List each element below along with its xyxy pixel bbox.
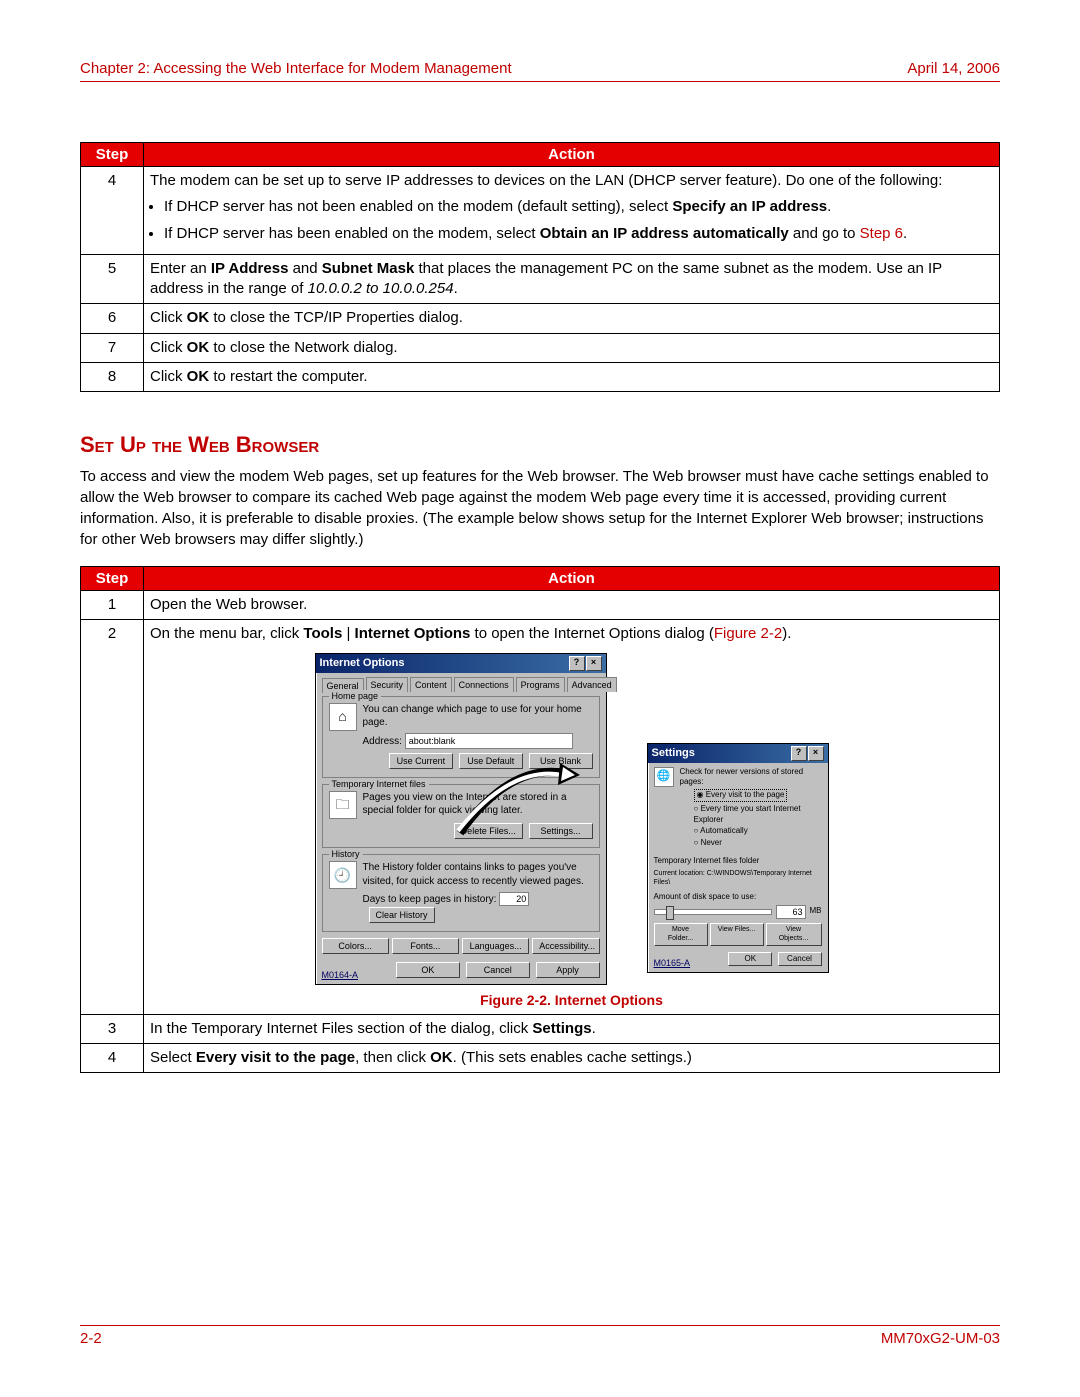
settings-dialog: Settings ? × 🌐 Check for newer versions …	[647, 743, 829, 974]
section-paragraph: To access and view the modem Web pages, …	[80, 466, 1000, 550]
address-field[interactable]: about:blank	[405, 733, 573, 749]
tempfiles-group: Temporary Internet files 🗀 Pages you vie…	[322, 784, 600, 848]
page-number: 2-2	[80, 1330, 102, 1347]
settings-button[interactable]: Settings...	[529, 823, 593, 839]
tab-content[interactable]: Content	[410, 677, 452, 692]
table-row: 8 Click OK to restart the computer.	[81, 362, 1000, 391]
move-folder-button[interactable]: Move Folder...	[654, 923, 708, 946]
clear-history-button[interactable]: Clear History	[369, 907, 435, 923]
view-objects-button[interactable]: View Objects...	[766, 923, 822, 946]
table-row: 7 Click OK to close the Network dialog.	[81, 333, 1000, 362]
step-table-1: Step Action 4 The modem can be set up to…	[80, 142, 1000, 392]
table-row: 4 The modem can be set up to serve IP ad…	[81, 167, 1000, 255]
step-action: Enter an IP Address and Subnet Mask that…	[144, 254, 1000, 304]
tempfiles-icon: 🗀	[329, 791, 357, 819]
section-heading: Set Up the Web Browser	[80, 432, 1000, 458]
internet-options-dialog: Internet Options ? × General Security Co…	[315, 653, 607, 985]
homepage-group: Home page ⌂ You can change which page to…	[322, 696, 600, 778]
help-icon[interactable]: ?	[791, 746, 807, 761]
table-row: 4 Select Every visit to the page, then c…	[81, 1044, 1000, 1073]
ok-button[interactable]: OK	[728, 952, 772, 967]
table-row: 2 On the menu bar, click Tools | Interne…	[81, 620, 1000, 649]
view-files-button[interactable]: View Files...	[710, 923, 764, 946]
figure-row: Internet Options ? × General Security Co…	[81, 649, 1000, 1015]
table-row: 1 Open the Web browser.	[81, 591, 1000, 620]
col-step: Step	[81, 143, 144, 167]
chapter-title: Chapter 2: Accessing the Web Interface f…	[80, 60, 512, 77]
use-default-button[interactable]: Use Default	[459, 753, 523, 769]
languages-button[interactable]: Languages...	[462, 938, 529, 954]
apply-button[interactable]: Apply	[536, 962, 600, 978]
figure-id: M0164-A	[322, 969, 359, 981]
header-date: April 14, 2006	[907, 60, 1000, 77]
figure-caption: Figure 2-2. Internet Options	[150, 991, 993, 1010]
step-action: The modem can be set up to serve IP addr…	[144, 167, 1000, 255]
cancel-button[interactable]: Cancel	[778, 952, 822, 967]
colors-button[interactable]: Colors...	[322, 938, 389, 954]
radio-automatic[interactable]: Automatically	[694, 826, 822, 837]
ok-button[interactable]: OK	[396, 962, 460, 978]
history-icon: 🕘	[329, 861, 357, 889]
step6-link[interactable]: Step 6	[860, 225, 903, 242]
fonts-button[interactable]: Fonts...	[392, 938, 459, 954]
step-table-2: Step Action 1 Open the Web browser. 2 On…	[80, 566, 1000, 1073]
doc-id: MM70xG2-UM-03	[881, 1330, 1000, 1347]
table-row: 5 Enter an IP Address and Subnet Mask th…	[81, 254, 1000, 304]
dialog-title: Settings	[652, 746, 695, 761]
delete-files-button[interactable]: Delete Files...	[454, 823, 523, 839]
page-header: Chapter 2: Accessing the Web Interface f…	[80, 60, 1000, 82]
cancel-button[interactable]: Cancel	[466, 962, 530, 978]
radio-never[interactable]: Never	[694, 838, 822, 849]
figure-2-2-link[interactable]: Figure 2-2	[714, 625, 782, 642]
dialog-title: Internet Options	[320, 656, 405, 671]
use-blank-button[interactable]: Use Blank	[529, 753, 593, 769]
table-row: 6 Click OK to close the TCP/IP Propertie…	[81, 304, 1000, 333]
history-group: History 🕘 The History folder contains li…	[322, 854, 600, 932]
step-num: 5	[81, 254, 144, 304]
diskspace-slider[interactable]	[654, 909, 772, 915]
figure-id: M0165-A	[654, 957, 691, 969]
step-num: 4	[81, 167, 144, 255]
accessibility-button[interactable]: Accessibility...	[532, 938, 599, 954]
close-icon[interactable]: ×	[586, 656, 602, 671]
globe-icon: 🌐	[654, 767, 674, 787]
tab-programs[interactable]: Programs	[516, 677, 565, 692]
radio-every-start[interactable]: Every time you start Internet Explorer	[694, 804, 822, 826]
home-icon: ⌂	[329, 703, 357, 731]
page-footer: 2-2 MM70xG2-UM-03	[80, 1325, 1000, 1347]
use-current-button[interactable]: Use Current	[389, 753, 453, 769]
radio-every-visit[interactable]: Every visit to the page	[694, 789, 788, 802]
days-stepper[interactable]: 20	[499, 892, 529, 906]
diskspace-value[interactable]: 63	[776, 905, 806, 919]
col-action: Action	[144, 143, 1000, 167]
close-icon[interactable]: ×	[808, 746, 824, 761]
table-row: 3 In the Temporary Internet Files sectio…	[81, 1014, 1000, 1043]
help-icon[interactable]: ?	[569, 656, 585, 671]
tab-advanced[interactable]: Advanced	[567, 677, 617, 692]
figure-screenshot: Internet Options ? × General Security Co…	[150, 653, 993, 985]
tab-connections[interactable]: Connections	[454, 677, 514, 692]
